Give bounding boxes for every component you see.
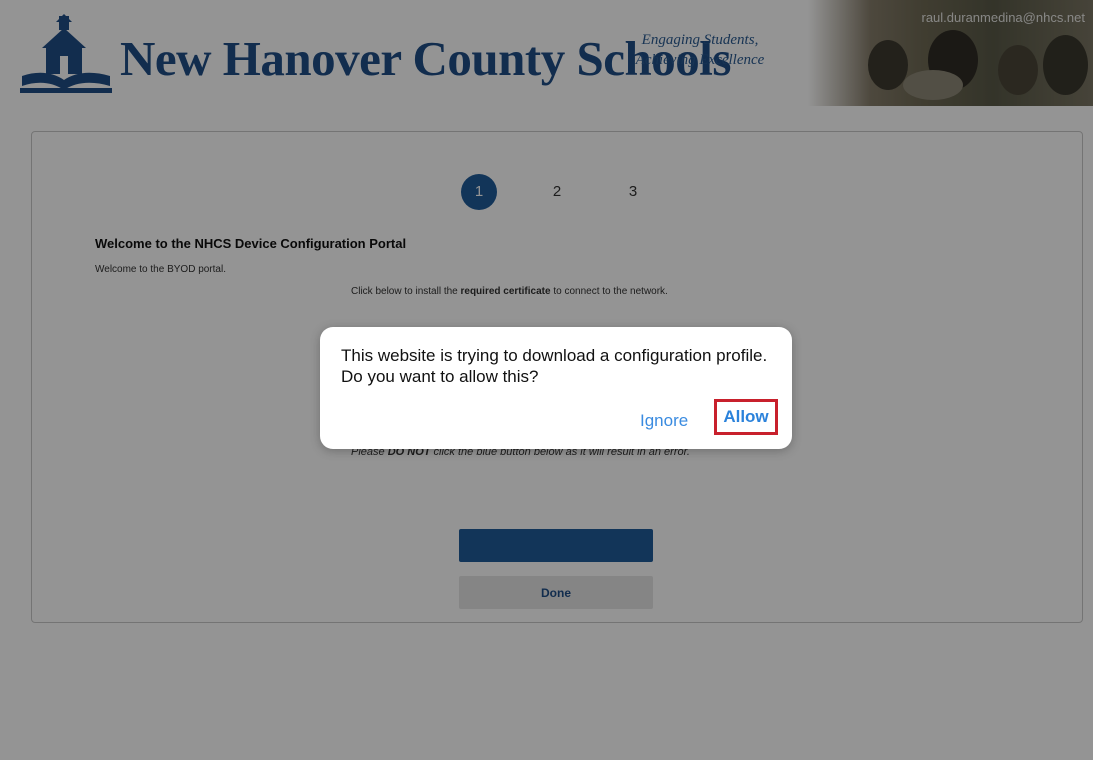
allow-button[interactable]: Allow [714,399,778,435]
dialog-message: This website is trying to download a con… [341,346,768,386]
download-profile-dialog: This website is trying to download a con… [320,327,792,449]
ignore-button[interactable]: Ignore [640,411,688,431]
